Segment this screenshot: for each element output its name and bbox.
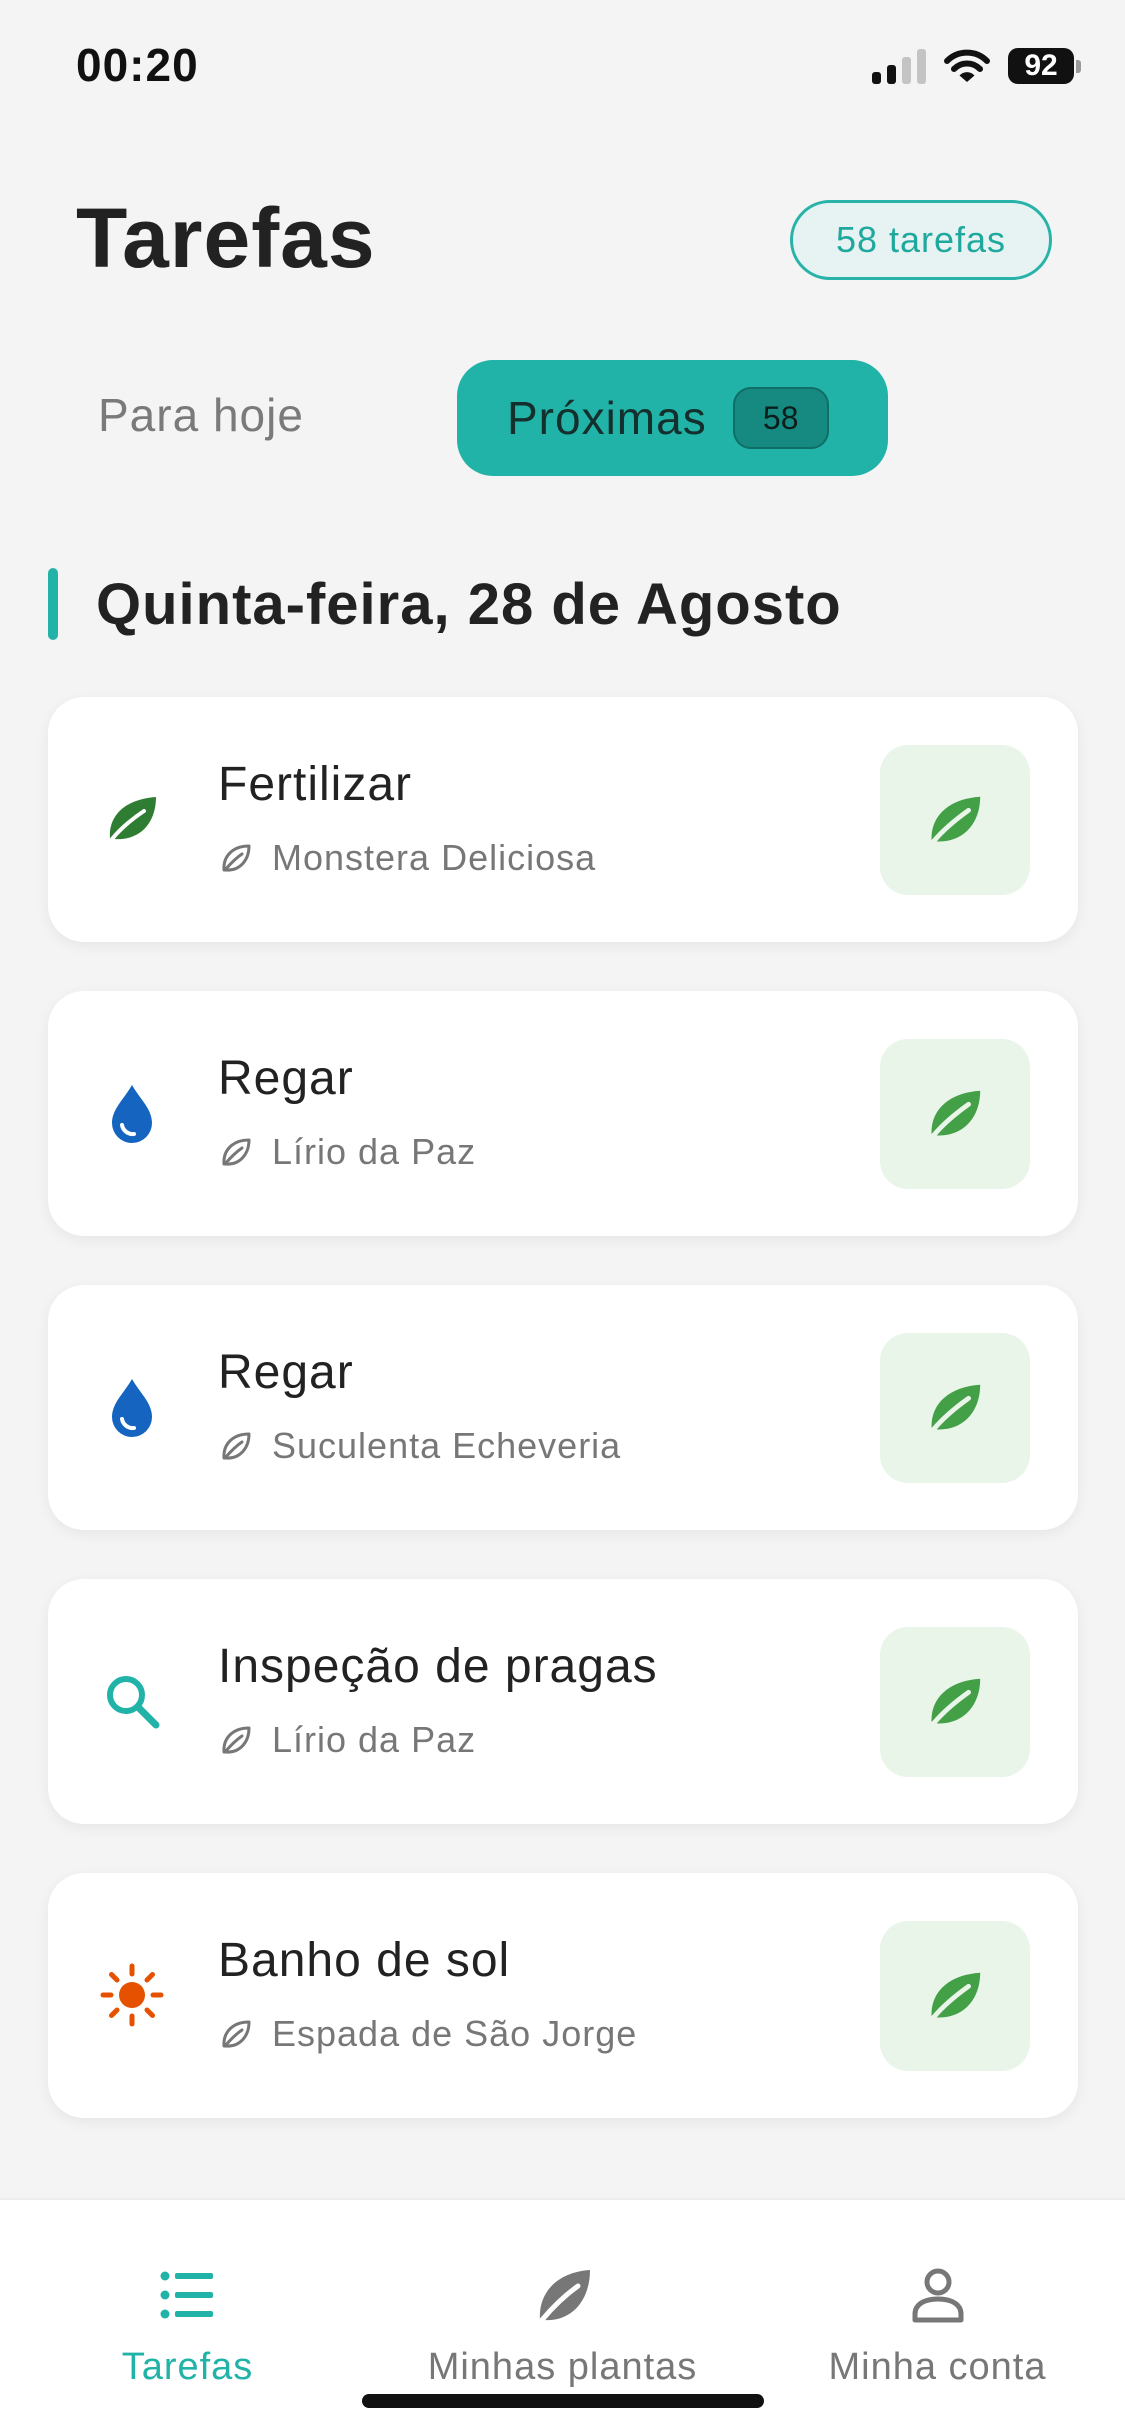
- task-title: Regar: [218, 1346, 354, 1399]
- task-plant-name: Monstera Deliciosa: [272, 837, 597, 878]
- plant-leaf-outline-icon: [222, 2020, 251, 2048]
- task-card[interactable]: Regar Lírio da Paz: [48, 991, 1078, 1236]
- nav-item-minhas-plantas[interactable]: Minhas plantas: [375, 2260, 750, 2389]
- date-heading-text: Quinta-feira, 28 de Agosto: [96, 571, 842, 637]
- water-drop-icon: [112, 1085, 152, 1143]
- task-plant: Lírio da Paz: [218, 1131, 476, 1173]
- tab-proximas-label: Próximas: [507, 392, 707, 444]
- complete-task-button[interactable]: [880, 1333, 1030, 1483]
- task-plant: Monstera Deliciosa: [218, 837, 596, 879]
- task-plant-name: Lírio da Paz: [272, 1131, 477, 1172]
- date-section-heading: Quinta-feira, 28 de Agosto: [48, 568, 842, 640]
- sun-icon: [100, 1963, 164, 2027]
- task-plant: Espada de São Jorge: [218, 2013, 637, 2055]
- leaf-icon: [931, 1384, 981, 1432]
- leaf-icon: [931, 1678, 981, 1726]
- status-indicators: 92: [872, 48, 1081, 84]
- water-drop-icon: [112, 1379, 152, 1437]
- status-time: 00:20: [76, 39, 199, 91]
- task-card[interactable]: Banho de sol Espada de São Jorge: [48, 1873, 1078, 2118]
- list-icon: [160, 2271, 213, 2319]
- task-title: Regar: [218, 1052, 354, 1105]
- date-accent-bar: [48, 568, 58, 640]
- task-title: Inspeção de pragas: [218, 1640, 658, 1693]
- task-plant-name: Espada de São Jorge: [272, 2013, 638, 2054]
- task-card[interactable]: Regar Suculenta Echeveria: [48, 1285, 1078, 1530]
- tab-proximas-count-badge: 58: [732, 387, 829, 449]
- leaf-icon: [539, 2270, 590, 2323]
- task-title: Fertilizar: [218, 758, 413, 811]
- nav-label: Minha conta: [828, 2346, 1047, 2388]
- cellular-signal-icon: [872, 48, 926, 84]
- home-indicator: [362, 2394, 764, 2408]
- tab-para-hoje[interactable]: Para hoje: [98, 388, 304, 442]
- battery-icon: 92: [1008, 48, 1081, 84]
- task-title: Banho de sol: [218, 1934, 511, 1987]
- leaf-icon: [931, 1972, 981, 2020]
- leaf-icon: [109, 797, 156, 841]
- person-icon: [912, 2268, 963, 2323]
- task-count-badge: 58 tarefas: [790, 200, 1052, 280]
- leaf-icon: [931, 796, 981, 844]
- wifi-icon: [944, 49, 990, 82]
- complete-task-button[interactable]: [880, 1921, 1030, 2071]
- task-plant-name: Suculenta Echeveria: [272, 1425, 622, 1466]
- task-plant: Suculenta Echeveria: [218, 1425, 621, 1467]
- complete-task-button[interactable]: [880, 1039, 1030, 1189]
- plant-leaf-outline-icon: [222, 844, 251, 872]
- nav-item-minha-conta[interactable]: Minha conta: [750, 2260, 1125, 2389]
- nav-label: Minhas plantas: [427, 2346, 698, 2388]
- nav-label: Tarefas: [121, 2346, 254, 2388]
- nav-item-tarefas[interactable]: Tarefas: [0, 2260, 375, 2389]
- task-plant-name: Lírio da Paz: [272, 1719, 477, 1760]
- page-title: Tarefas: [76, 191, 376, 285]
- complete-task-button[interactable]: [880, 1627, 1030, 1777]
- task-card[interactable]: Inspeção de pragas Lírio da Paz: [48, 1579, 1078, 1824]
- battery-level: 92: [1008, 48, 1074, 84]
- search-icon: [107, 1676, 160, 1729]
- task-plant: Lírio da Paz: [218, 1719, 476, 1761]
- status-bar: 00:20 92: [0, 0, 1125, 140]
- tab-proximas[interactable]: Próximas 58: [457, 360, 888, 476]
- plant-leaf-outline-icon: [222, 1138, 251, 1166]
- plant-leaf-outline-icon: [222, 1726, 251, 1754]
- task-card[interactable]: Fertilizar Monstera Deliciosa: [48, 697, 1078, 942]
- task-list: Fertilizar Monstera Deliciosa Regar Líri…: [48, 697, 1078, 2167]
- leaf-icon: [931, 1090, 981, 1138]
- plant-leaf-outline-icon: [222, 1432, 251, 1460]
- complete-task-button[interactable]: [880, 745, 1030, 895]
